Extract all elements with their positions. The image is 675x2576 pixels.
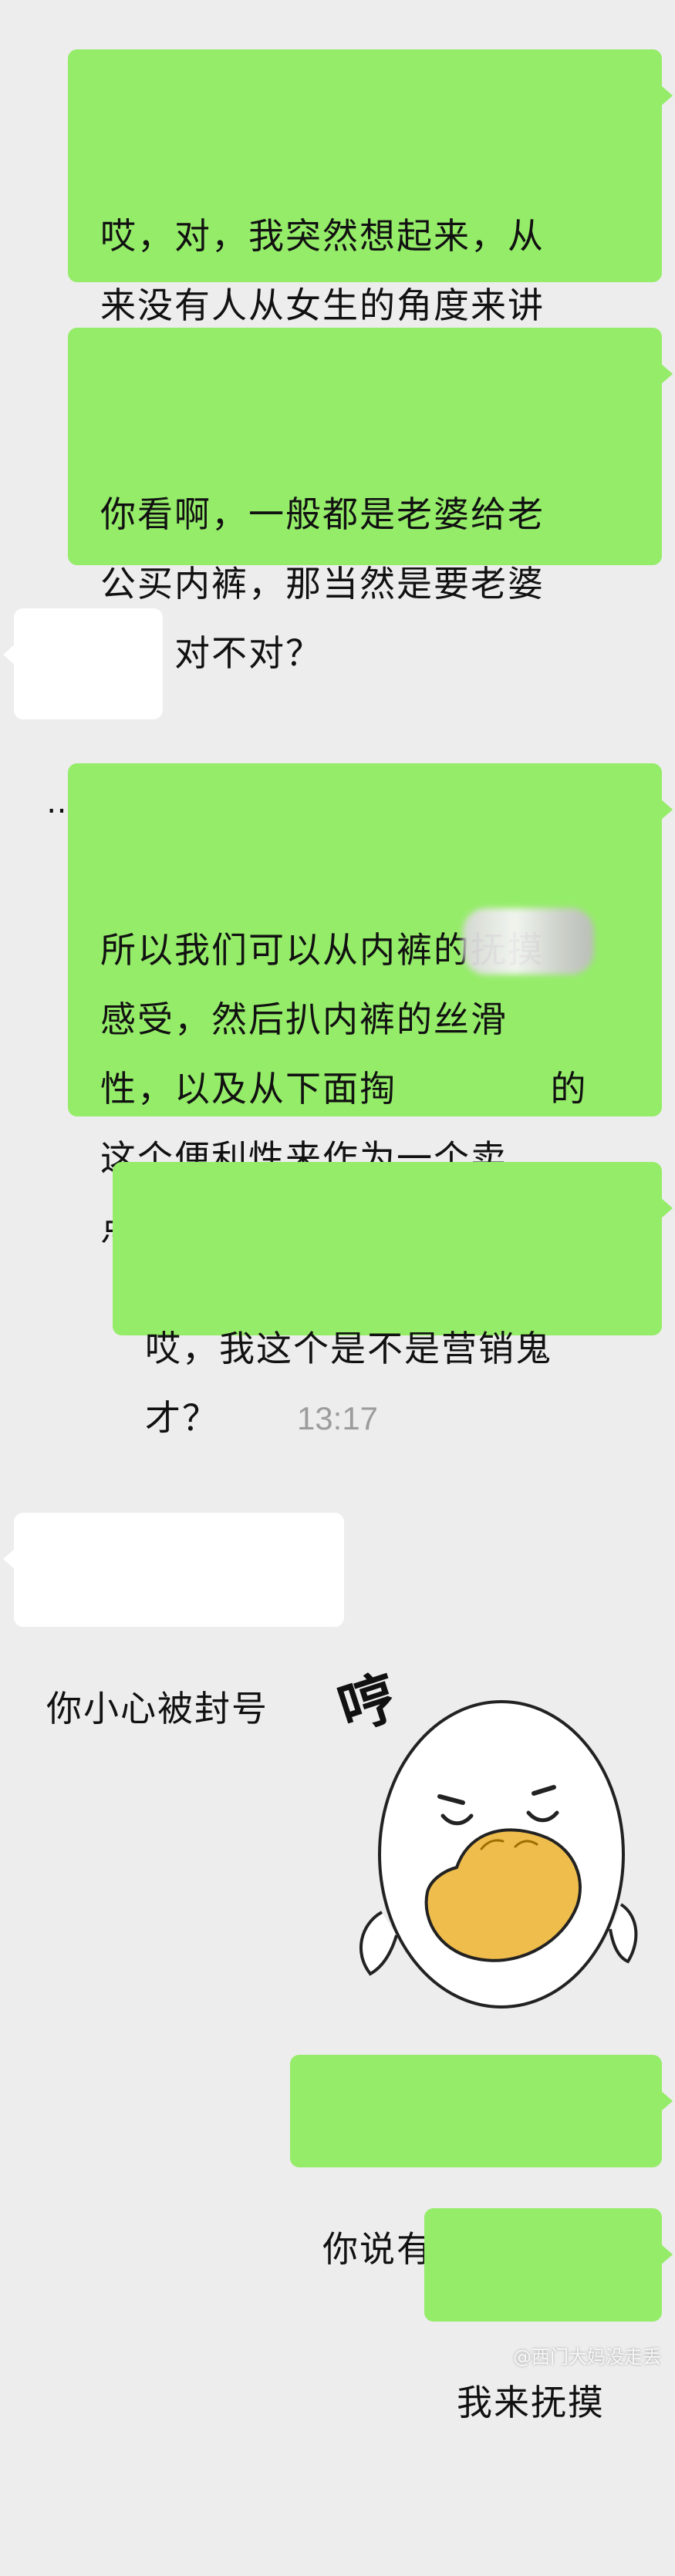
- duck-sticker-svg: 哼: [331, 1663, 638, 2009]
- sent-message-bubble[interactable]: 哎，对，我突然想起来，从 来没有人从女生的角度来讲 男性内裤的使用。: [68, 49, 673, 396]
- duck-sticker-icon[interactable]: 哼: [316, 1658, 640, 2020]
- sent-message-bubble[interactable]: 哎，我这个是不是营销鬼 才？: [113, 1162, 673, 1439]
- sent-message-bubble[interactable]: 你看啊，一般都是老婆给老 公买内裤，那当然是要老婆 爽，对不对？: [68, 328, 673, 674]
- sticker-text: 哼: [331, 1663, 406, 1744]
- message-timestamp: 13:17: [296, 1400, 379, 1436]
- sticker-label: 哼: [331, 1663, 406, 1744]
- received-message-bubble[interactable]: 你小心被封号: [3, 1513, 344, 1729]
- message-text: 我来抚摸: [457, 2382, 605, 2423]
- received-message-bubble[interactable]: ……: [3, 608, 163, 820]
- sent-message-bubble[interactable]: 你说有没有道理: [290, 2055, 673, 2270]
- message-text: 你小心被封号: [46, 1688, 268, 1729]
- blurred-text-mask: [463, 908, 594, 975]
- watermark-label: @西门大妈没走丢: [513, 2346, 661, 2368]
- message-text: 你看啊，一般都是老婆给老 公买内裤，那当然是要老婆 爽，对不对？: [100, 493, 545, 674]
- sent-message-bubble[interactable]: 我来抚摸: [424, 2208, 673, 2423]
